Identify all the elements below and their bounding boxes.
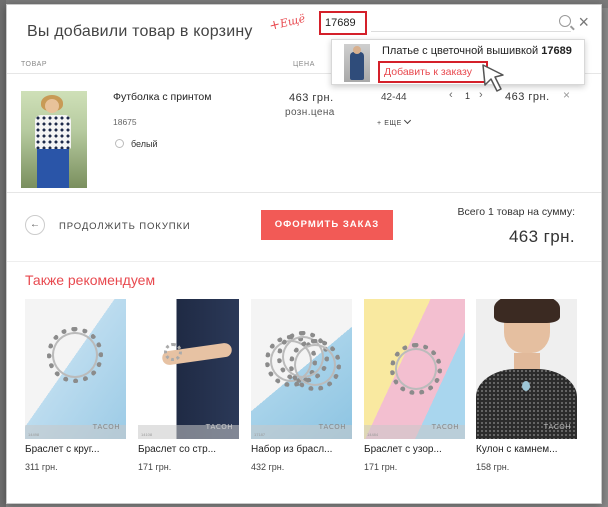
search-icon[interactable] <box>559 15 571 27</box>
search-suggestion: Платье с цветочной вышивкой 17689 Добави… <box>331 39 585 85</box>
reco-name[interactable]: Браслет со стр... <box>138 444 239 455</box>
reco-card[interactable]: 14484 ТАСОН Браслет с узор... 171 грн. <box>364 299 465 472</box>
reco-price: 171 грн. <box>364 462 398 472</box>
bracelet-shape <box>47 327 103 383</box>
thumb-head <box>45 99 59 113</box>
reco-price: 432 грн. <box>251 462 285 472</box>
reco-name[interactable]: Браслет с узор... <box>364 444 465 455</box>
more-tag-label: Ещё <box>278 11 307 31</box>
reco-image[interactable]: 14108 ТАСОН <box>138 299 239 439</box>
column-header-product: ТОВАР <box>21 61 48 68</box>
suggestion-code: 17689 <box>541 45 572 57</box>
cart-item-size: 42-44 <box>381 92 407 103</box>
reco-price: 158 грн. <box>476 462 510 472</box>
row-divider <box>7 192 601 193</box>
brand-logo: ТАСОН <box>92 423 120 431</box>
more-tag: +Ещё <box>268 11 307 34</box>
add-to-order-button[interactable]: Добавить к заказу <box>378 61 488 83</box>
quantity-value[interactable]: 1 <box>465 91 470 101</box>
reco-image[interactable]: 17187 ТАСОН <box>251 299 352 439</box>
search-input[interactable]: 17689 <box>319 11 367 35</box>
more-sizes-button[interactable]: + ЕЩЕ <box>377 116 411 127</box>
reco-image[interactable]: ТАСОН <box>476 299 577 439</box>
color-swatch <box>115 139 124 148</box>
reco-price: 171 грн. <box>138 462 172 472</box>
reco-code: 14484 <box>367 432 379 437</box>
reco-card[interactable]: ТАСОН Кулон с камнем... 158 грн. <box>476 299 577 472</box>
brand-logo: ТАСОН <box>431 423 459 431</box>
reco-name[interactable]: Кулон с камнем... <box>476 444 577 455</box>
total-sum: 463 грн. <box>508 227 575 246</box>
cart-item-price: 463 грн. <box>289 92 334 104</box>
bracelet-shape <box>390 343 442 395</box>
arrow-left-icon[interactable]: ← <box>25 215 45 235</box>
checkout-button[interactable]: ОФОРМИТЬ ЗАКАЗ <box>261 210 393 240</box>
reco-name[interactable]: Набор из брасл... <box>251 444 352 455</box>
reco-code: 17187 <box>254 432 266 437</box>
quantity-decrease-button[interactable]: ‹ <box>449 89 453 101</box>
recommendations-title: Также рекомендуем <box>25 272 156 288</box>
search-underline <box>371 31 571 32</box>
suggestion-title: Платье с цветочной вышивкой 17689 <box>382 45 572 57</box>
remove-item-icon[interactable]: × <box>563 88 570 102</box>
suggestion-name: Платье с цветочной вышивкой <box>382 45 539 57</box>
recommendations-divider <box>7 261 601 262</box>
thumb-jeans <box>37 149 69 188</box>
cart-item-code: 18675 <box>113 117 137 127</box>
total-label: Всего 1 товар на сумму: <box>457 206 575 218</box>
brand-logo: ТАСОН <box>318 423 346 431</box>
modal-title: Вы добавили товар в корзину <box>27 23 253 40</box>
thumb-shirt <box>35 115 71 149</box>
cart-item-total: 463 грн. <box>505 91 550 103</box>
close-icon[interactable]: × <box>578 13 589 31</box>
chevron-down-icon <box>403 116 411 125</box>
column-header-price: ЦЕНА <box>293 61 315 68</box>
brand-logo: ТАСОН <box>205 423 233 431</box>
reco-code: 14498 <box>28 432 40 437</box>
cart-modal: × Вы добавили товар в корзину +Ещё 17689… <box>6 4 602 504</box>
cart-item-color: белый <box>131 139 158 149</box>
reco-name[interactable]: Браслет с круг... <box>25 444 126 455</box>
reco-image[interactable]: 14484 ТАСОН <box>364 299 465 439</box>
hair-shape <box>494 299 560 323</box>
reco-code: 14108 <box>141 432 153 437</box>
cart-item-name[interactable]: Футболка с принтом <box>113 91 211 103</box>
bracelet-shape <box>289 339 341 391</box>
cart-item-thumbnail[interactable] <box>21 91 87 188</box>
more-sizes-label: + ЕЩЕ <box>377 120 402 127</box>
brand-logo: ТАСОН <box>543 423 571 431</box>
reco-card[interactable]: 17187 ТАСОН Набор из брасл... 432 грн. <box>251 299 352 472</box>
cursor-pointer-icon <box>482 64 504 92</box>
product-search: 17689 <box>319 11 577 35</box>
reco-price: 311 грн. <box>25 462 58 472</box>
bracelet-shape <box>164 343 182 361</box>
continue-shopping-link[interactable]: ПРОДОЛЖИТЬ ПОКУПКИ <box>59 221 191 232</box>
reco-card[interactable]: 14108 ТАСОН Браслет со стр... 171 грн. <box>138 299 239 472</box>
suggestion-thumbnail[interactable] <box>344 44 370 82</box>
reco-image[interactable]: 14498 ТАСОН <box>25 299 126 439</box>
pendant-shape <box>522 381 530 391</box>
reco-card[interactable]: 14498 ТАСОН Браслет с круг... 311 грн. <box>25 299 126 472</box>
cart-item-price-type: розн.цена <box>285 107 335 118</box>
